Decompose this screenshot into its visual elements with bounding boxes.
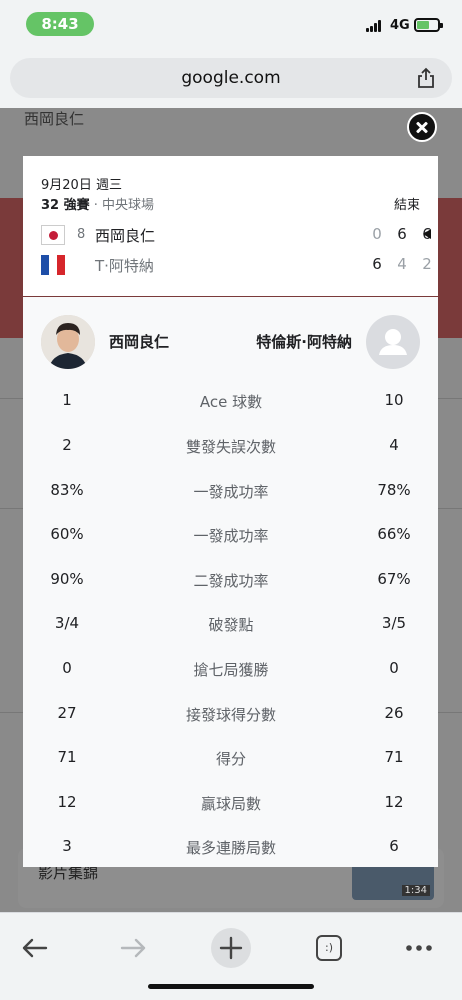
browser-url-area: google.com: [0, 48, 462, 108]
stat-right-value: 71: [384, 748, 404, 766]
stat-right-value: 3/5: [381, 614, 407, 632]
stat-label: 二發成功率: [193, 572, 269, 590]
stat-label: Ace 球數: [199, 393, 263, 411]
signal-icon: [366, 20, 384, 32]
player-avatar: [41, 315, 95, 369]
back-arrow-icon[interactable]: [10, 923, 60, 973]
stat-left-value: 1: [62, 391, 72, 409]
tabs-icon[interactable]: :): [304, 923, 354, 973]
match-date: 9月20日 週三: [41, 178, 122, 193]
stat-left-value: 2: [62, 436, 72, 454]
player-name: 西岡良仁: [95, 227, 156, 245]
status-bar: 8:43 4G: [0, 0, 462, 48]
stat-right-value: 26: [384, 704, 404, 722]
stat-row: 27 接發球得分數 26: [23, 702, 438, 726]
stat-row: 2 雙發失誤次數 4: [23, 434, 438, 458]
player-name: T·阿特納: [95, 257, 154, 275]
stat-left-value: 12: [57, 793, 77, 811]
stat-left-value: 0: [62, 659, 72, 677]
stat-left-value: 3: [62, 837, 72, 855]
set-score: 6: [397, 225, 407, 243]
url-text: google.com: [181, 68, 281, 88]
stat-label: 雙發失誤次數: [185, 438, 276, 456]
stat-row: 0 搶七局獲勝 0: [23, 657, 438, 681]
stat-label: 接發球得分數: [185, 706, 276, 724]
set-score: 6: [372, 255, 382, 273]
stat-row: 3 最多連勝局數 6: [23, 835, 438, 859]
match-stats-card: 西岡良仁 特倫斯·阿特納 1 Ace 球數 10 2 雙發失誤次數 4 83% …: [23, 297, 438, 867]
stat-row: 1 Ace 球數 10: [23, 389, 438, 413]
stat-right-value: 12: [384, 793, 404, 811]
stat-left-value: 27: [57, 704, 77, 722]
more-dots-icon[interactable]: [394, 923, 444, 973]
stat-label: 一發成功率: [193, 527, 269, 545]
player-row-1: 8 西岡良仁 0 6 6: [41, 223, 432, 247]
stat-row: 12 贏球局數 12: [23, 791, 438, 815]
plus-icon[interactable]: [206, 923, 256, 973]
url-bar[interactable]: google.com: [10, 58, 452, 98]
match-status: 結束: [393, 198, 420, 213]
stat-row: 3/4 破發點 3/5: [23, 612, 438, 636]
stat-left-value: 83%: [50, 481, 84, 499]
player-left-name: 西岡良仁: [109, 333, 170, 351]
video-duration: 1:34: [401, 885, 430, 896]
stat-label: 破發點: [208, 616, 254, 634]
stat-right-value: 10: [384, 391, 404, 409]
home-indicator[interactable]: [148, 984, 314, 989]
player-row-2: T·阿特納 6 4 2: [41, 253, 432, 277]
stat-right-value: 0: [389, 659, 399, 677]
stat-label: 得分: [215, 750, 246, 768]
stat-row: 71 得分 71: [23, 746, 438, 770]
round-label: 32 強賽: [41, 198, 90, 213]
person-placeholder-icon: [366, 315, 420, 369]
battery-charging-icon: [414, 18, 443, 32]
player-seed: 8: [77, 227, 86, 242]
stat-left-value: 71: [57, 748, 77, 766]
set-score: 2: [422, 255, 432, 273]
stat-label: 最多連勝局數: [185, 839, 276, 857]
match-round: 32 強賽 · 中央球場: [41, 194, 154, 213]
court-label: · 中央球場: [89, 198, 155, 213]
japan-flag-icon: [41, 225, 65, 245]
stat-right-value: 4: [389, 436, 399, 454]
set-score: 4: [397, 255, 407, 273]
set-score: 0: [372, 225, 382, 243]
stat-left-value: 90%: [50, 570, 84, 588]
network-label: 4G: [390, 18, 410, 33]
stat-row: 90% 二發成功率 67%: [23, 568, 438, 592]
status-time: 8:43: [26, 12, 94, 36]
forward-arrow-icon[interactable]: [108, 923, 158, 973]
stat-row: 83% 一發成功率 78%: [23, 479, 438, 503]
stat-label: 贏球局數: [200, 795, 261, 813]
share-icon[interactable]: [416, 67, 436, 89]
stat-left-value: 3/4: [54, 614, 80, 632]
stat-right-value: 67%: [377, 570, 411, 588]
stat-right-value: 66%: [377, 525, 411, 543]
france-flag-icon: [41, 255, 65, 275]
player-right-name: 特倫斯·阿特納: [256, 333, 352, 351]
close-icon[interactable]: [407, 112, 437, 142]
scoreboard-card: 9月20日 週三 32 強賽 · 中央球場 結束 8 西岡良仁 0 6 6 T·…: [23, 156, 438, 296]
background-search-text: 西岡良仁: [24, 110, 85, 128]
stat-right-value: 78%: [377, 481, 411, 499]
stat-left-value: 60%: [50, 525, 84, 543]
stat-row: 60% 一發成功率 66%: [23, 523, 438, 547]
tabs-label: :): [316, 935, 342, 961]
stat-label: 一發成功率: [193, 483, 269, 501]
stat-right-value: 6: [389, 837, 399, 855]
stat-label: 搶七局獲勝: [193, 661, 269, 679]
winner-marker-icon: [423, 229, 431, 239]
